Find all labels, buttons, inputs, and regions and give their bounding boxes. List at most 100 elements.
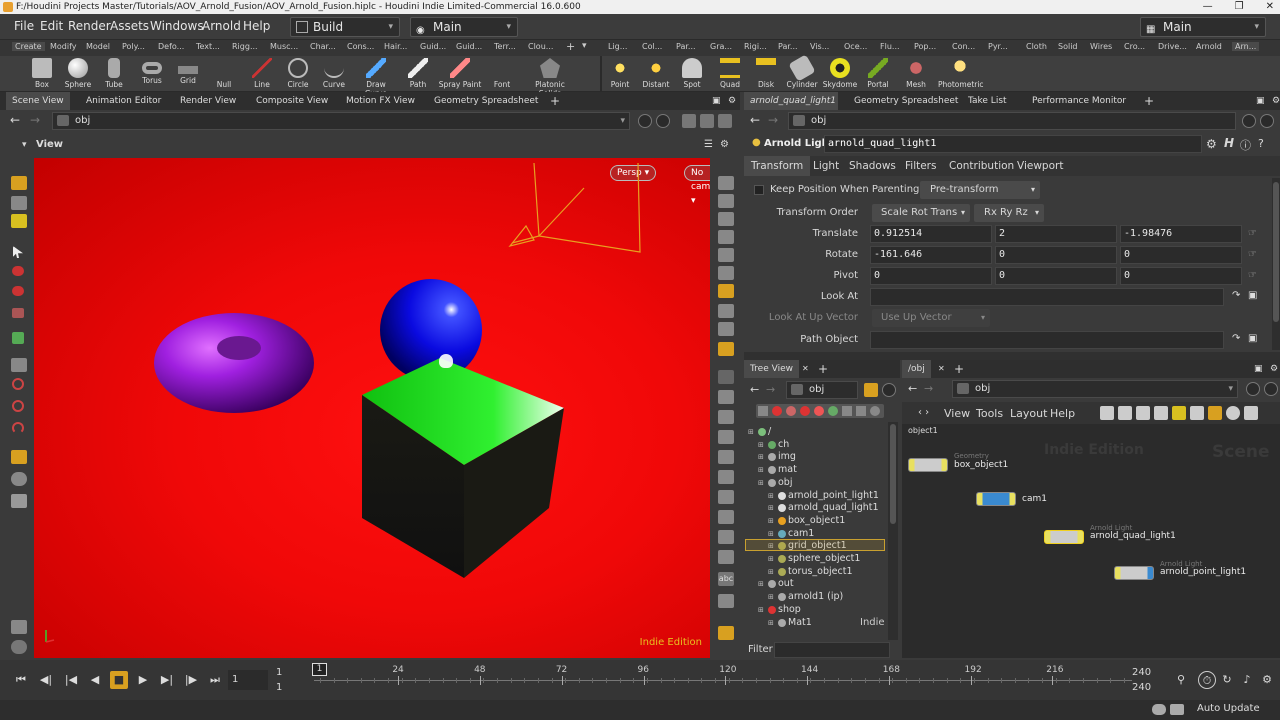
shelf-tab-3[interactable]: Poly... xyxy=(122,42,145,51)
tab-animation-editor[interactable]: Animation Editor xyxy=(80,92,167,110)
menu-layout[interactable]: Layout xyxy=(1010,407,1047,420)
scale-tool-icon[interactable] xyxy=(12,308,24,318)
translate-y-field[interactable]: 2 xyxy=(995,225,1117,243)
expand-toggle-icon[interactable]: ⊞ xyxy=(758,464,764,476)
expand-toggle-icon[interactable]: ⊞ xyxy=(768,617,774,629)
shelf-tab-right-18[interactable]: Arn... xyxy=(1232,42,1260,51)
shelf-tab-11[interactable]: Guid... xyxy=(420,42,446,51)
loop-icon[interactable]: ↻ xyxy=(1218,671,1236,689)
tree-item-[interactable]: ⊞ / xyxy=(746,426,886,438)
back-arrow-icon[interactable]: ← xyxy=(908,382,917,395)
back-arrow-icon[interactable]: ← xyxy=(10,113,20,127)
expand-toggle-icon[interactable]: ⊞ xyxy=(758,604,764,616)
snap-point-icon[interactable] xyxy=(12,378,24,390)
menu-assets[interactable]: Assets xyxy=(110,19,149,33)
scene-viewport[interactable]: Persp ▾ No cam ▾ Indie Edition xyxy=(34,158,710,658)
shelf-tab-right-4[interactable]: Rigi... xyxy=(744,42,767,51)
right-context-selector[interactable]: ▦ Main ▾ xyxy=(1140,17,1266,37)
pane-settings-icon[interactable]: ⚙ xyxy=(1266,92,1280,110)
grid-view-icon[interactable] xyxy=(1118,406,1132,420)
pane-settings-icon[interactable]: ⚙ xyxy=(722,92,742,110)
tree-scroll-thumb[interactable] xyxy=(890,424,896,524)
tree-item-arnold1-ip[interactable]: ⊞ arnold1 (ip) xyxy=(746,591,886,603)
play-reverse-icon[interactable]: ◀ xyxy=(86,671,104,689)
tool-photometric[interactable]: Photometric xyxy=(938,58,984,89)
tree-item-shop[interactable]: ⊞ shop xyxy=(746,604,886,616)
expand-toggle-icon[interactable]: ⊞ xyxy=(768,591,774,603)
network-box-icon[interactable] xyxy=(1208,406,1222,420)
param-scrollbar[interactable] xyxy=(1272,178,1280,350)
pane-splitter[interactable] xyxy=(744,352,1280,360)
expand-toggle-icon[interactable]: ⊞ xyxy=(768,515,774,527)
audio-icon[interactable]: ♪ xyxy=(1238,671,1256,689)
keep-position-dropdown[interactable]: Pre-transform ▾ xyxy=(920,181,1040,199)
handle-tool-icon[interactable] xyxy=(11,214,27,228)
tab-geometry-spreadsheet[interactable]: Geometry Spreadsheet xyxy=(428,92,544,110)
display-mode-icon[interactable] xyxy=(718,176,734,190)
shaded-icon[interactable] xyxy=(718,212,734,226)
bypass-flag-icon[interactable] xyxy=(800,406,810,416)
shelf-tab-13[interactable]: Terr... xyxy=(494,42,516,51)
step-back-key-icon[interactable]: ◀| xyxy=(37,671,55,689)
key-icon[interactable]: ⚲ xyxy=(1172,671,1190,689)
hull-icon[interactable] xyxy=(718,530,734,544)
viewport-settings-icon[interactable]: ⚙ xyxy=(720,139,729,150)
sticky-note-icon[interactable] xyxy=(1172,406,1186,420)
timeline-ruler[interactable]: 24 48 72 96 120 144 168 192 216 1 xyxy=(296,660,1132,700)
uv-icon[interactable] xyxy=(718,430,734,444)
help-h-icon[interactable]: H xyxy=(1224,136,1234,150)
point-display-icon[interactable] xyxy=(718,370,734,384)
tree-item-sphere-object1[interactable]: ⊞ sphere_object1 xyxy=(746,553,886,565)
menu-arnold[interactable]: Arnold xyxy=(202,19,241,33)
pivot-x-field[interactable]: 0 xyxy=(870,267,992,285)
path-object-field[interactable] xyxy=(870,331,1224,349)
tree-scrollbar[interactable] xyxy=(888,422,898,640)
snap-grid-icon[interactable] xyxy=(11,358,27,372)
current-frame-field[interactable]: 1 xyxy=(228,670,268,690)
expand-toggle-icon[interactable]: ⊞ xyxy=(768,528,774,540)
key-icon[interactable] xyxy=(718,304,734,318)
pin-icon[interactable] xyxy=(638,114,652,128)
shelf-menu-icon[interactable]: ▾ xyxy=(582,41,587,51)
table-icon[interactable] xyxy=(1154,406,1168,420)
tab-param-node[interactable]: arnold_quad_light1 xyxy=(744,92,838,110)
tree-item-torus-object1[interactable]: ⊞ torus_object1 xyxy=(746,566,886,578)
keep-position-checkbox[interactable] xyxy=(754,185,764,195)
tool-mesh[interactable]: Mesh xyxy=(894,58,938,89)
shelf-tab-right-14[interactable]: Wires xyxy=(1090,42,1112,51)
info-icon[interactable]: ⓘ xyxy=(1240,137,1251,153)
menu-tools[interactable]: Tools xyxy=(976,407,1003,420)
cloud-icon[interactable] xyxy=(1152,704,1166,715)
shading-icon[interactable] xyxy=(718,594,734,608)
look-at-field[interactable] xyxy=(870,288,1224,306)
step-forward-icon[interactable]: ▶| xyxy=(158,671,176,689)
filter-icon[interactable] xyxy=(758,406,768,416)
shelf-tab-14[interactable]: Clou... xyxy=(528,42,553,51)
point-numbers-icon[interactable] xyxy=(718,450,734,464)
normal-display-icon[interactable] xyxy=(718,390,734,404)
tab-composite-view[interactable]: Composite View xyxy=(250,92,334,110)
light-tool-icon[interactable] xyxy=(11,640,27,654)
shelf-tab-right-16[interactable]: Drive... xyxy=(1158,42,1187,51)
expand-toggle-icon[interactable]: ⊞ xyxy=(758,439,764,451)
pin-icon[interactable] xyxy=(864,383,878,397)
rotate-x-field[interactable]: -161.646 xyxy=(870,246,992,264)
start-frame-label-2[interactable]: 1 xyxy=(276,682,282,693)
translate-x-field[interactable]: 0.912514 xyxy=(870,225,992,243)
tree-item-arnold-quad-light1[interactable]: ⊞ arnold_quad_light1 xyxy=(746,502,886,514)
menu-edit[interactable]: Edit xyxy=(40,19,63,33)
geometry-node-icon[interactable] xyxy=(908,458,948,472)
shelf-tab-right-17[interactable]: Arnold xyxy=(1196,42,1222,51)
expand-toggle-icon[interactable]: ⊞ xyxy=(748,426,754,438)
magnet-icon[interactable] xyxy=(12,422,24,434)
tree-item-box-object1[interactable]: ⊞ box_object1 xyxy=(746,515,886,527)
lock-view-icon[interactable] xyxy=(682,114,696,128)
collapse-icon[interactable]: ▾ xyxy=(22,140,27,150)
look-at-up-dropdown[interactable]: Use Up Vector ▾ xyxy=(872,309,990,327)
shelf-tab-2[interactable]: Model xyxy=(86,42,110,51)
lock-flag-icon[interactable] xyxy=(814,406,824,416)
channel-link-icon[interactable]: ☞ xyxy=(1248,270,1257,281)
tree-item-arnold-point-light1[interactable]: ⊞ arnold_point_light1 xyxy=(746,490,886,502)
tree-filter-toolbar[interactable] xyxy=(756,404,884,418)
display-options-icon[interactable] xyxy=(718,114,732,128)
